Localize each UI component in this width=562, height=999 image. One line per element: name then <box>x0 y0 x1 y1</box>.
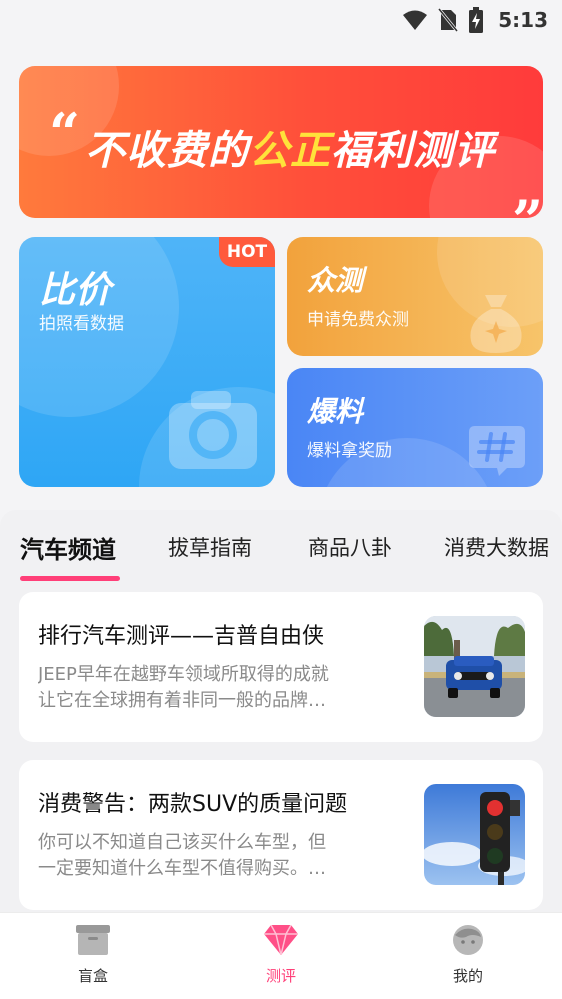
camera-icon <box>169 391 257 469</box>
article-title: 排行汽车测评——吉普自由侠 <box>38 624 325 649</box>
hero-title: 不收费的公正福利测评 <box>85 118 495 176</box>
content-panel: 汽车频道 拔草指南 商品八卦 消费大数据 排行汽车测评——吉普自由侠 JEEP早… <box>0 510 562 930</box>
tab-weed-guide[interactable]: 拔草指南 <box>168 532 252 562</box>
compare-title: 比价 <box>39 270 112 311</box>
tab-consumer-big-data[interactable]: 消费大数据 <box>444 532 549 562</box>
crowd-test-title: 众测 <box>307 264 364 297</box>
article-desc-line: 一定要知道什么车型不值得购买。… <box>38 858 326 879</box>
hero-banner[interactable]: “ 不收费的公正福利测评 „ <box>19 66 543 218</box>
compare-subtitle: 拍照看数据 <box>39 314 124 334</box>
nav-blind-box-label: 盲盒 <box>77 967 108 985</box>
hot-badge: HOT <box>219 237 275 267</box>
tab-car-channel[interactable]: 汽车频道 <box>20 530 116 565</box>
article-desc-line: JEEP早年在越野车领域所取得的成就 <box>38 664 329 685</box>
jeep-thumbnail <box>424 616 525 717</box>
user-avatar-icon <box>453 925 483 955</box>
active-tab-indicator <box>20 576 120 581</box>
channel-tabs: 汽车频道 拔草指南 商品八卦 消费大数据 <box>0 510 562 586</box>
status-bar: 5:13 <box>0 0 562 40</box>
status-time: 5:13 <box>498 8 548 32</box>
traffic-light-thumbnail <box>424 784 525 885</box>
article-card[interactable]: 消费警告：两款SUV的质量问题 你可以不知道自己该买什么车型，但 一定要知道什么… <box>19 760 543 910</box>
hero-title-suffix: 福利测评 <box>331 128 495 174</box>
hero-title-prefix: 不收费的 <box>85 128 249 174</box>
nav-review-label: 测评 <box>265 967 296 985</box>
wifi-icon <box>403 10 428 30</box>
article-desc-line: 让它在全球拥有着非同一般的品牌… <box>38 690 326 711</box>
leak-title: 爆料 <box>307 395 364 428</box>
diamond-icon <box>264 925 298 955</box>
money-bag-icon <box>470 295 522 353</box>
hero-title-highlight: 公正 <box>249 128 331 174</box>
crowd-test-card[interactable]: 众测 申请免费众测 <box>287 237 543 356</box>
article-desc-line: 你可以不知道自己该买什么车型，但 <box>38 832 326 853</box>
bottom-nav: 盲盒 测评 我的 <box>0 912 562 999</box>
leak-card[interactable]: 爆料 爆料拿奖励 <box>287 368 543 487</box>
compare-card[interactable]: 比价 拍照看数据 HOT <box>19 237 275 487</box>
nav-review[interactable]: 测评 <box>221 925 341 986</box>
battery-charging-icon <box>469 7 484 33</box>
nav-mine[interactable]: 我的 <box>408 925 528 986</box>
article-description: 你可以不知道自己该买什么车型，但 一定要知道什么车型不值得购买。… <box>38 830 408 882</box>
no-sim-icon <box>438 8 459 32</box>
crowd-test-subtitle: 申请免费众测 <box>307 310 409 330</box>
quote-close-mark: „ <box>513 157 543 218</box>
quote-open-mark: “ <box>49 101 81 165</box>
tab-product-gossip[interactable]: 商品八卦 <box>308 532 392 562</box>
nav-mine-label: 我的 <box>452 967 483 985</box>
box-icon <box>76 925 110 955</box>
leak-subtitle: 爆料拿奖励 <box>307 441 392 461</box>
article-title: 消费警告：两款SUV的质量问题 <box>38 792 348 817</box>
article-description: JEEP早年在越野车领域所取得的成就 让它在全球拥有着非同一般的品牌… <box>38 662 408 714</box>
nav-blind-box[interactable]: 盲盒 <box>33 925 153 986</box>
hashtag-chat-icon <box>469 426 525 476</box>
article-card[interactable]: 排行汽车测评——吉普自由侠 JEEP早年在越野车领域所取得的成就 让它在全球拥有… <box>19 592 543 742</box>
